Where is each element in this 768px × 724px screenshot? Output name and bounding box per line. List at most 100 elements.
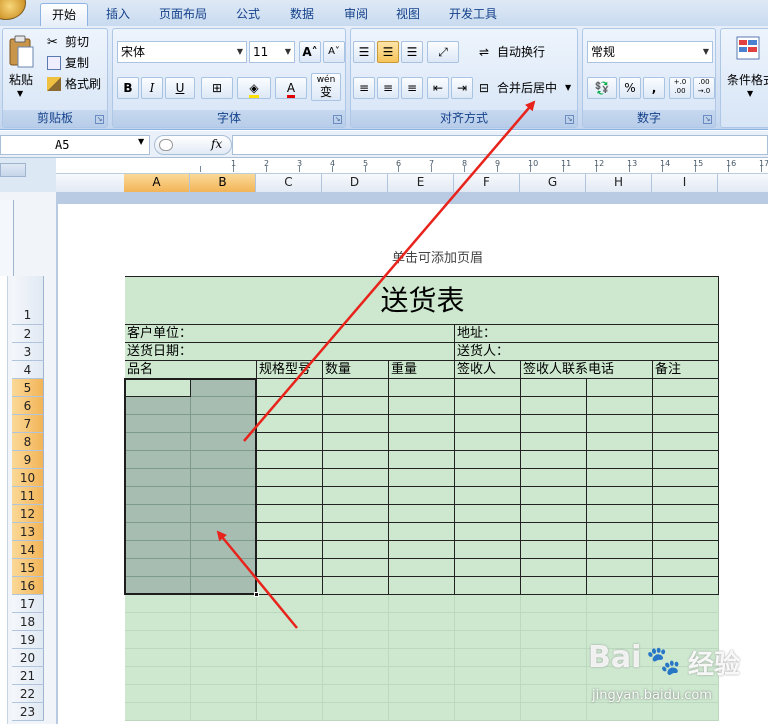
- empty-cell[interactable]: [455, 613, 521, 631]
- empty-cell[interactable]: [257, 649, 323, 667]
- column-header-a[interactable]: A: [124, 174, 190, 192]
- empty-cell[interactable]: [191, 703, 257, 721]
- alignment-launcher-icon[interactable]: ↘: [565, 115, 574, 124]
- data-cell[interactable]: [389, 415, 455, 433]
- data-cell[interactable]: [653, 415, 719, 433]
- empty-cell[interactable]: [521, 613, 587, 631]
- data-cell[interactable]: [587, 397, 653, 415]
- align-middle-button[interactable]: ☰: [377, 41, 399, 63]
- data-cell[interactable]: [389, 577, 455, 595]
- italic-button[interactable]: I: [141, 77, 163, 99]
- data-cell[interactable]: [587, 433, 653, 451]
- data-cell[interactable]: [389, 559, 455, 577]
- data-cell[interactable]: [257, 451, 323, 469]
- data-cell[interactable]: [389, 505, 455, 523]
- bold-button[interactable]: B: [117, 77, 139, 99]
- header-weight[interactable]: 重量: [389, 361, 455, 379]
- empty-cell[interactable]: [389, 685, 455, 703]
- paste-icon[interactable]: [7, 35, 35, 69]
- fill-color-button[interactable]: ◈: [237, 77, 271, 99]
- empty-cell[interactable]: [125, 631, 191, 649]
- empty-cell[interactable]: [455, 685, 521, 703]
- empty-cell[interactable]: [521, 685, 587, 703]
- data-cell[interactable]: [389, 433, 455, 451]
- data-cell[interactable]: [455, 523, 521, 541]
- data-cell[interactable]: [587, 559, 653, 577]
- customer-cell[interactable]: 客户单位：: [125, 325, 455, 343]
- fill-handle[interactable]: [254, 592, 259, 597]
- copy-icon[interactable]: [47, 56, 61, 70]
- tab-formulas[interactable]: 公式: [226, 3, 270, 26]
- cut-button[interactable]: 剪切: [65, 31, 89, 53]
- empty-cell[interactable]: [653, 595, 719, 613]
- header-qty[interactable]: 数量: [323, 361, 389, 379]
- data-cell[interactable]: [521, 397, 587, 415]
- data-cell[interactable]: [257, 505, 323, 523]
- data-cell[interactable]: [455, 433, 521, 451]
- data-cell[interactable]: [521, 523, 587, 541]
- align-bottom-button[interactable]: ☰: [401, 41, 423, 63]
- increase-indent-button[interactable]: ⇥: [451, 77, 473, 99]
- data-cell[interactable]: [587, 379, 653, 397]
- empty-cell[interactable]: [653, 613, 719, 631]
- data-cell[interactable]: [257, 577, 323, 595]
- column-header-d[interactable]: D: [322, 174, 388, 192]
- empty-cell[interactable]: [191, 613, 257, 631]
- empty-cell[interactable]: [323, 595, 389, 613]
- empty-cell[interactable]: [389, 613, 455, 631]
- empty-cell[interactable]: [323, 649, 389, 667]
- data-cell[interactable]: [323, 451, 389, 469]
- empty-cell[interactable]: [323, 667, 389, 685]
- empty-cell[interactable]: [389, 649, 455, 667]
- data-cell[interactable]: [323, 559, 389, 577]
- data-cell[interactable]: [257, 397, 323, 415]
- formula-input[interactable]: [232, 135, 768, 155]
- format-painter-button[interactable]: 格式刷: [65, 73, 101, 95]
- row-header-4[interactable]: 4: [12, 361, 44, 379]
- chevron-down-icon[interactable]: ▼: [747, 89, 753, 98]
- row-header-11[interactable]: 11: [12, 487, 44, 505]
- header-product[interactable]: 品名: [125, 361, 257, 379]
- data-cell[interactable]: [257, 559, 323, 577]
- column-header-b[interactable]: B: [190, 174, 256, 192]
- data-cell[interactable]: [521, 433, 587, 451]
- empty-cell[interactable]: [521, 703, 587, 721]
- tab-insert[interactable]: 插入: [96, 3, 140, 26]
- empty-cell[interactable]: [125, 703, 191, 721]
- align-left-button[interactable]: ≡: [353, 77, 375, 99]
- font-color-button[interactable]: A: [275, 77, 307, 99]
- data-cell[interactable]: [323, 523, 389, 541]
- data-cell[interactable]: [653, 379, 719, 397]
- paste-dropdown-icon[interactable]: ▼: [17, 89, 23, 98]
- font-size-combo[interactable]: 11 ▼: [249, 41, 295, 63]
- scissors-icon[interactable]: ✂: [47, 35, 63, 51]
- increase-decimal-button[interactable]: +.0 .00: [669, 77, 691, 99]
- column-header-i[interactable]: I: [652, 174, 718, 192]
- tab-view[interactable]: 视图: [386, 3, 430, 26]
- data-cell[interactable]: [521, 541, 587, 559]
- data-cell[interactable]: [587, 577, 653, 595]
- tab-review[interactable]: 审阅: [334, 3, 378, 26]
- view-toggle-icon[interactable]: [0, 163, 26, 177]
- data-cell[interactable]: [653, 433, 719, 451]
- data-cell[interactable]: [389, 523, 455, 541]
- data-cell[interactable]: [323, 433, 389, 451]
- conditional-format-icon[interactable]: [735, 35, 761, 61]
- address-cell[interactable]: 地址：: [455, 325, 719, 343]
- empty-cell[interactable]: [323, 613, 389, 631]
- chevron-down-icon[interactable]: ▼: [565, 83, 571, 92]
- data-cell[interactable]: [521, 379, 587, 397]
- page-header-hint[interactable]: 单击可添加页眉: [392, 247, 483, 266]
- row-header-16[interactable]: 16: [12, 577, 44, 595]
- data-cell[interactable]: [521, 451, 587, 469]
- align-top-button[interactable]: ☰: [353, 41, 375, 63]
- orientation-button[interactable]: ⤢: [427, 41, 459, 63]
- data-cell[interactable]: [653, 559, 719, 577]
- empty-cell[interactable]: [587, 595, 653, 613]
- percent-button[interactable]: %: [619, 77, 641, 99]
- office-button[interactable]: [0, 0, 26, 20]
- data-cell[interactable]: [521, 415, 587, 433]
- row-header-6[interactable]: 6: [12, 397, 44, 415]
- merge-center-button[interactable]: 合并后居中: [497, 77, 557, 99]
- header-remark[interactable]: 备注: [653, 361, 719, 379]
